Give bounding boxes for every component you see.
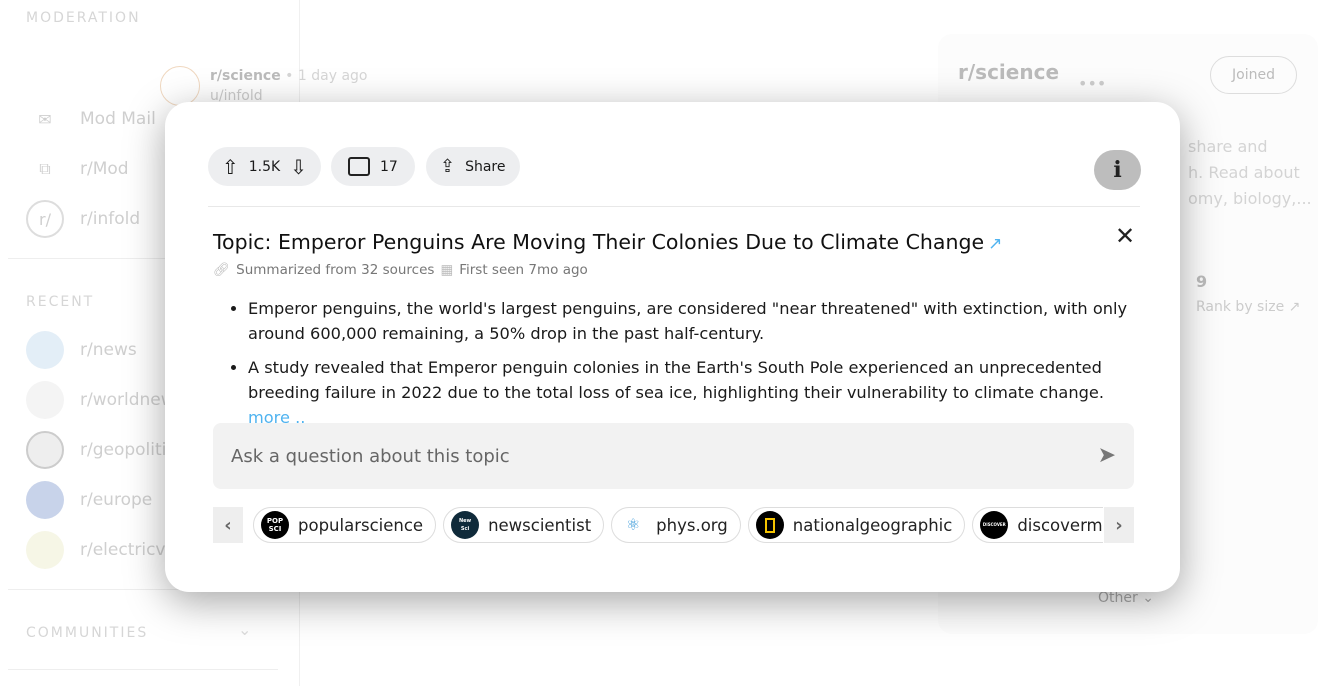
recent-item-label: r/europe — [80, 490, 153, 510]
mod-queue-icon: ⧉ — [39, 159, 51, 178]
description-line: h. Read about — [1188, 163, 1300, 182]
share-button[interactable]: ⇪ Share — [426, 147, 520, 186]
moderation-header: MODERATION — [26, 10, 141, 26]
sidebar-item-mod[interactable]: ⧉ r/Mod — [26, 150, 129, 188]
recent-item-label: r/news — [80, 340, 137, 360]
joined-button[interactable]: Joined — [1210, 56, 1297, 94]
other-dropdown[interactable]: Other ⌄ — [1098, 590, 1154, 606]
source-name: popularscience — [298, 515, 424, 535]
topic-title-text: Topic: Emperor Penguins Are Moving Their… — [213, 230, 985, 254]
source-name: nationalgeographic — [792, 515, 953, 535]
globe-icon — [26, 331, 64, 369]
close-icon[interactable]: ✕ — [1115, 222, 1135, 250]
topic-meta: 🔗︎ Summarized from 32 sources ▦ First se… — [213, 262, 588, 278]
vote-count: 1.5K — [248, 158, 281, 175]
rank-label: Rank by size — [1196, 299, 1285, 315]
external-link-icon[interactable]: ↗ — [988, 234, 1002, 254]
source-chip[interactable]: POP SCI popularscience — [253, 507, 437, 543]
post-subreddit[interactable]: r/science — [210, 68, 281, 84]
summary-bullet: Emperor penguins, the world's largest pe… — [248, 296, 1148, 346]
source-chip[interactable]: DISCOVER discovermagazine — [972, 507, 1103, 543]
communities-header: COMMUNITIES — [26, 625, 149, 641]
sidebar-item-infold[interactable]: r/r/infold — [26, 200, 140, 238]
megaphone-icon — [26, 381, 64, 419]
physorg-logo: ⚛ — [619, 511, 648, 539]
info-button[interactable]: i — [1094, 150, 1141, 190]
source-name: discovermagazine — [1017, 515, 1103, 535]
other-label: Other — [1098, 590, 1138, 606]
sidebar-item-label: r/infold — [80, 209, 141, 229]
card-title: r/science — [958, 60, 1060, 84]
description-line: omy, biology,... — [1188, 189, 1312, 208]
sidebar-item-label: r/Mod — [80, 159, 129, 179]
discover-logo: DISCOVER — [980, 511, 1009, 539]
upvote-icon[interactable]: ⇧ — [222, 155, 239, 179]
downvote-icon[interactable]: ⇩ — [290, 155, 307, 179]
newscientist-logo: New Sci — [451, 511, 480, 539]
natgeo-logo — [755, 511, 784, 539]
recent-item-geopolitics[interactable]: r/geopolitics — [26, 431, 185, 469]
more-options-icon[interactable]: ••• — [1078, 74, 1106, 93]
avatar — [26, 431, 64, 469]
subreddit-avatar — [160, 66, 200, 106]
source-chip[interactable]: ⚛ phys.org — [611, 507, 741, 543]
summary-bullet: A study revealed that Emperor penguin co… — [248, 355, 1148, 430]
description-line: share and — [1188, 137, 1268, 156]
car-icon — [26, 531, 64, 569]
popularscience-logo: POP SCI — [261, 511, 289, 539]
summary-list: Emperor penguins, the world's largest pe… — [248, 296, 1148, 439]
topic-title: Topic: Emperor Penguins Are Moving Their… — [213, 230, 1002, 254]
link-icon: 🔗︎ — [213, 262, 231, 278]
sources-count: Summarized from 32 sources — [236, 262, 435, 278]
sidebar-item-label: Mod Mail — [80, 109, 156, 129]
rank-value: 9 — [1196, 272, 1208, 291]
post-time: • 1 day ago — [285, 68, 368, 84]
recent-item-europe[interactable]: r/europe — [26, 481, 152, 519]
recent-header: RECENT — [26, 294, 95, 310]
source-chip[interactable]: nationalgeographic — [747, 507, 966, 543]
ask-placeholder: Ask a question about this topic — [231, 445, 510, 467]
comments-button[interactable]: 17 — [331, 147, 415, 186]
avatar — [26, 481, 64, 519]
ask-question-input[interactable]: Ask a question about this topic ➤ — [213, 423, 1134, 489]
subreddit-icon: r/ — [26, 200, 64, 238]
vote-pill: ⇧ 1.5K ⇩ — [208, 147, 321, 186]
calendar-icon: ▦ — [440, 262, 454, 278]
first-seen: First seen 7mo ago — [459, 262, 588, 278]
summary-text: A study revealed that Emperor penguin co… — [248, 358, 1104, 402]
share-icon: ⇪ — [440, 156, 456, 177]
mail-icon: ✉ — [38, 109, 52, 129]
source-name: phys.org — [656, 515, 728, 535]
share-label: Share — [465, 158, 506, 175]
source-name: newscientist — [488, 515, 592, 535]
topic-modal: ⇧ 1.5K ⇩ 17 ⇪ Share i Topic: Emperor Pen… — [165, 102, 1180, 592]
sidebar-item-mod-mail[interactable]: ✉ Mod Mail — [26, 100, 156, 138]
sources-carousel: ‹ POP SCI popularscience New Sci newscientis… — [213, 507, 1134, 543]
comment-count: 17 — [380, 158, 398, 175]
scroll-right-button[interactable]: › — [1104, 507, 1134, 543]
send-icon[interactable]: ➤ — [1098, 443, 1116, 468]
divider — [8, 669, 278, 670]
rank-link[interactable]: Rank by size ↗ — [1196, 299, 1300, 315]
post-header: r/science • 1 day ago u/infold — [160, 66, 367, 106]
chevron-down-icon[interactable]: ⌄ — [238, 620, 251, 639]
divider — [208, 206, 1140, 207]
comment-icon — [348, 157, 370, 176]
scroll-left-button[interactable]: ‹ — [213, 507, 243, 543]
recent-item-news[interactable]: r/news — [26, 331, 137, 369]
recent-item-worldnews[interactable]: r/worldnews — [26, 381, 184, 419]
source-chip[interactable]: New Sci newscientist — [443, 507, 605, 543]
